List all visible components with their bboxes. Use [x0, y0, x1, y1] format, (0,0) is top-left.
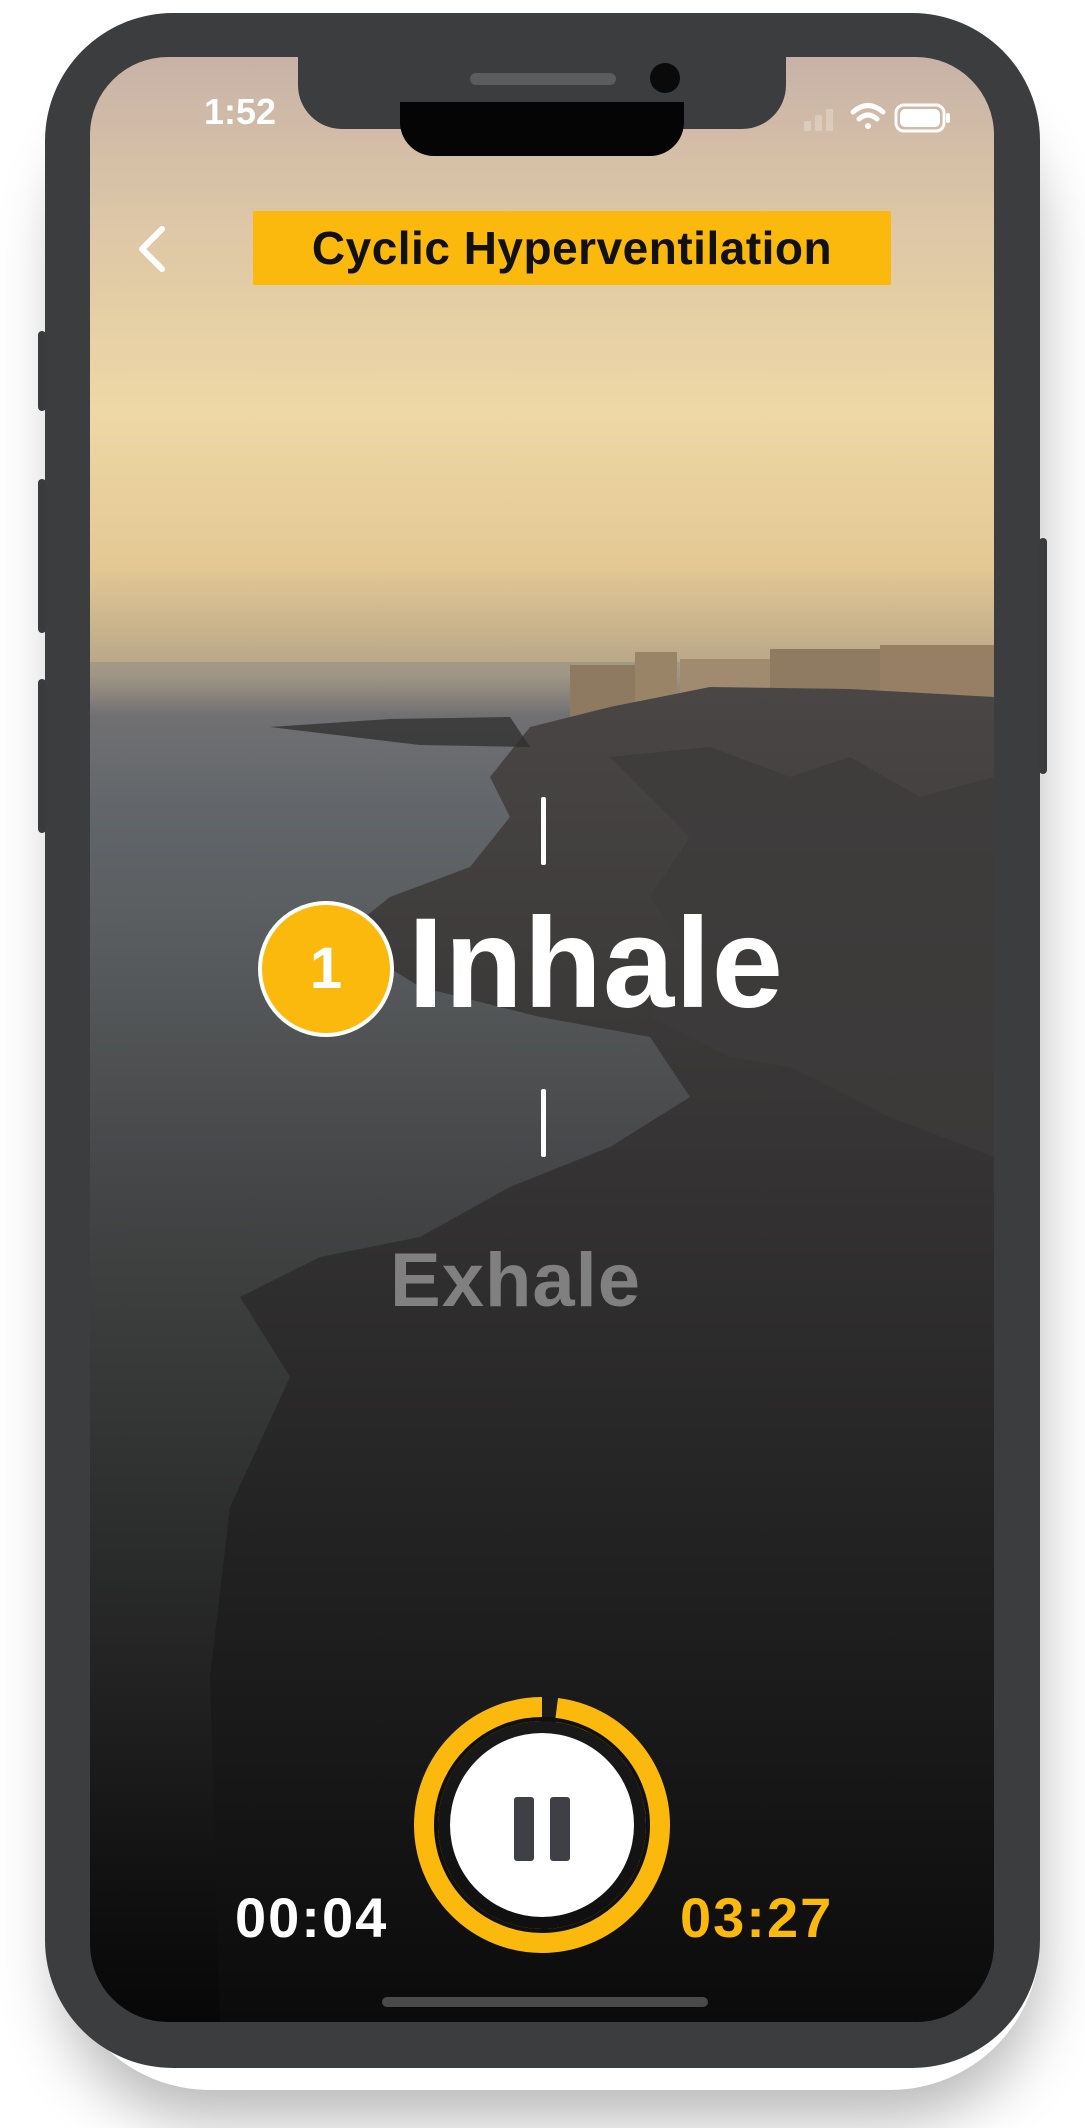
breath-counter: 1 — [258, 901, 394, 1037]
status-icons — [804, 99, 954, 140]
phase-divider-bottom — [541, 1089, 546, 1157]
notch-inner — [400, 102, 684, 156]
current-phase-label: Inhale — [408, 892, 784, 1035]
elapsed-time: 00:04 — [235, 1886, 389, 1949]
phase-divider-top — [541, 797, 546, 865]
volume-up-button — [38, 479, 46, 633]
front-camera — [650, 63, 680, 93]
signal-icon — [804, 109, 833, 131]
next-phase-label: Exhale — [390, 1238, 642, 1323]
home-indicator — [382, 1997, 708, 2007]
wifi-icon — [850, 103, 886, 129]
chevron-left-icon — [139, 226, 165, 272]
earpiece-speaker — [470, 73, 616, 85]
power-button — [1039, 538, 1047, 774]
back-button[interactable] — [120, 217, 184, 281]
pause-button[interactable] — [450, 1733, 634, 1917]
silent-switch — [38, 331, 46, 411]
app-screen: 1:52 Cyclic Hyperventilation 1 Inhale Ex… — [90, 57, 994, 2022]
page-title: Cyclic Hyperventilation — [253, 211, 891, 285]
remaining-time: 03:27 — [680, 1886, 834, 1949]
status-time: 1:52 — [203, 91, 277, 132]
battery-icon — [894, 103, 950, 133]
volume-down-button — [38, 679, 46, 833]
